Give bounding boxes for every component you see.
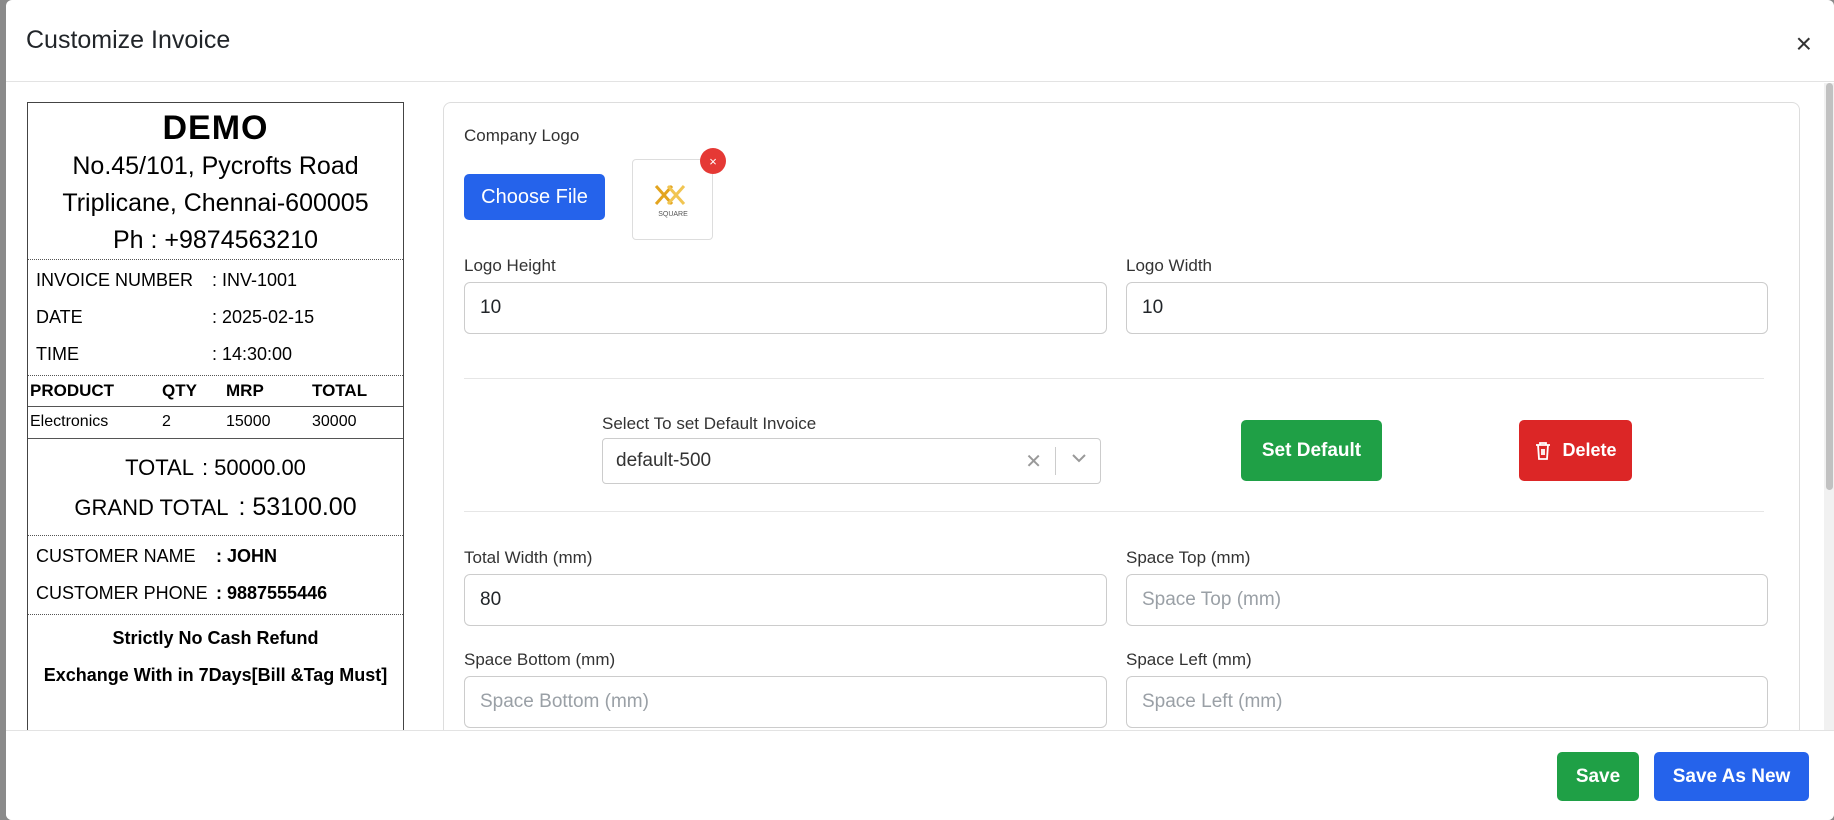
modal-title: Customize Invoice [26, 26, 231, 54]
total-width-label: Total Width (mm) [464, 548, 593, 567]
logo-width-input[interactable]: 10 [1126, 282, 1768, 334]
space-bottom-input[interactable]: Space Bottom (mm) [464, 676, 1107, 728]
company-logo-icon: SQUARE [654, 184, 688, 218]
column-header: QTY [160, 376, 224, 407]
customer-value: : JOHN [216, 545, 278, 566]
delete-button[interactable]: Delete [1519, 420, 1632, 481]
receipt-items-table: PRODUCT QTY MRP TOTAL Electronics 2 1500… [28, 376, 403, 439]
receipt-customer-name-row: CUSTOMER NAME : JOHN [28, 538, 403, 575]
delete-label: Delete [1562, 440, 1617, 460]
save-as-new-button[interactable]: Save As New [1654, 752, 1809, 801]
receipt-company-name: DEMO [162, 109, 269, 147]
chevron-down-icon[interactable] [1070, 449, 1088, 473]
column-header: TOTAL [310, 376, 403, 407]
grand-total-label: GRAND TOTAL [74, 494, 229, 520]
customer-value: : 9887555446 [216, 582, 328, 603]
logo-height-input[interactable]: 10 [464, 282, 1107, 334]
customer-key: CUSTOMER NAME [36, 545, 196, 566]
receipt-info-key: INVOICE NUMBER [36, 270, 194, 290]
remove-logo-icon[interactable]: × [700, 148, 726, 174]
receipt-info-value: : 14:30:00 [212, 344, 293, 364]
default-invoice-select[interactable]: default-500 ✕ [602, 438, 1101, 484]
space-top-label: Space Top (mm) [1126, 548, 1251, 567]
company-logo-label: Company Logo [464, 126, 580, 145]
total-width-input[interactable]: 80 [464, 574, 1107, 626]
selected-value: default-500 [616, 450, 712, 471]
logo-height-label: Logo Height [464, 256, 556, 275]
total-value: : 50000.00 [201, 454, 306, 480]
column-header: MRP [224, 376, 310, 407]
receipt-info-key: DATE [36, 307, 83, 327]
table-cell: Electronics [30, 413, 109, 430]
table-cell: 15000 [226, 413, 271, 430]
modal-footer: Save Save As New [6, 730, 1834, 820]
total-label: TOTAL [125, 454, 194, 480]
set-default-button[interactable]: Set Default [1241, 420, 1382, 481]
table-cell: 30000 [312, 413, 357, 430]
logo-preview: SQUARE [632, 159, 713, 240]
clear-icon[interactable]: ✕ [1025, 449, 1042, 474]
save-button[interactable]: Save [1557, 752, 1639, 801]
receipt-info-value: : INV-1001 [212, 270, 298, 290]
receipt-address-line-1: No.45/101, Pycrofts Road [72, 152, 359, 180]
receipt-grand-total: GRAND TOTAL : 53100.00 [28, 487, 403, 529]
divider [464, 378, 1764, 379]
close-icon[interactable]: × [1796, 30, 1812, 58]
trash-icon [1536, 441, 1551, 460]
select-divider [1055, 447, 1056, 475]
logo-text: SQUARE [658, 211, 688, 218]
receipt-table-header: PRODUCT QTY MRP TOTAL [28, 376, 403, 407]
space-left-input[interactable]: Space Left (mm) [1126, 676, 1768, 728]
receipt-note: Exchange With in 7Days[Bill &Tag Must] [43, 664, 388, 685]
table-row: Electronics 2 15000 30000 [28, 406, 403, 438]
receipt-total: TOTAL : 50000.00 [28, 449, 403, 487]
receipt-time-row: TIME : 14:30:00 [28, 336, 403, 373]
scrollbar-thumb[interactable] [1826, 83, 1833, 490]
logo-width-label: Logo Width [1126, 256, 1212, 275]
invoice-preview: DEMO No.45/101, Pycrofts Road Triplicane… [27, 102, 404, 730]
receipt-note: Strictly No Cash Refund [112, 627, 319, 648]
modal-scrollbar[interactable] [1824, 83, 1834, 730]
choose-file-button[interactable]: Choose File [464, 174, 605, 220]
space-left-label: Space Left (mm) [1126, 650, 1252, 669]
default-invoice-select-label: Select To set Default Invoice [602, 414, 817, 433]
grand-total-value: : 53100.00 [238, 493, 357, 521]
receipt-info-value: : 2025-02-15 [212, 307, 315, 327]
customer-key: CUSTOMER PHONE [36, 582, 208, 603]
space-top-input[interactable]: Space Top (mm) [1126, 574, 1768, 626]
receipt-info-key: TIME [36, 344, 79, 364]
customize-invoice-modal: Customize Invoice × DEMO No.45/101, Pycr… [6, 0, 1834, 820]
receipt-phone: Ph : +9874563210 [112, 226, 319, 254]
receipt-address-line-2: Triplicane, Chennai-600005 [62, 189, 369, 217]
modal-body[interactable]: DEMO No.45/101, Pycrofts Road Triplicane… [6, 83, 1834, 730]
space-bottom-label: Space Bottom (mm) [464, 650, 616, 669]
receipt-customer-phone-row: CUSTOMER PHONE : 9887555446 [28, 575, 403, 612]
invoice-settings-panel: Company Logo Choose File SQUARE × Logo H… [443, 102, 1800, 730]
modal-header: Customize Invoice × [6, 0, 1834, 82]
table-cell: 2 [162, 413, 171, 430]
divider [464, 511, 1764, 512]
column-header: PRODUCT [28, 376, 160, 407]
receipt-date-row: DATE : 2025-02-15 [28, 299, 403, 336]
receipt-invoice-number-row: INVOICE NUMBER : INV-1001 [28, 262, 403, 299]
